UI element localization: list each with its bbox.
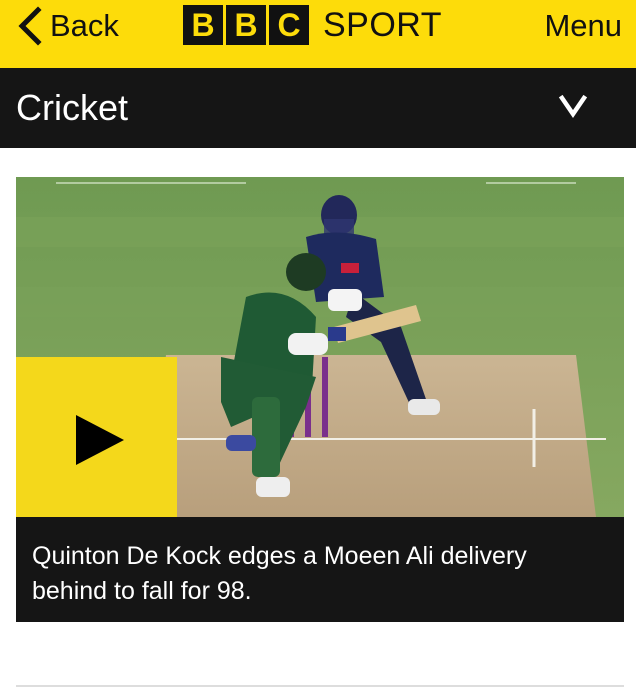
chevron-down-icon[interactable] <box>553 92 593 124</box>
top-header: Back B B C SPORT Menu <box>0 0 636 68</box>
section-title: Cricket <box>16 87 129 128</box>
play-button[interactable] <box>16 357 177 517</box>
play-icon <box>76 415 124 465</box>
content-divider <box>16 685 624 687</box>
logo-letter-b1: B <box>183 5 223 45</box>
chevron-left-icon <box>18 6 42 46</box>
back-button[interactable]: Back <box>14 6 119 46</box>
back-label: Back <box>50 8 119 43</box>
logo-letter-b2: B <box>226 5 266 45</box>
video-caption[interactable]: Quinton De Kock edges a Moeen Ali delive… <box>16 517 624 622</box>
logo-letter-c: C <box>269 5 309 45</box>
section-bar: Cricket <box>0 68 636 148</box>
logo-sport-word: SPORT <box>323 6 443 44</box>
video-card[interactable]: Quinton De Kock edges a Moeen Ali delive… <box>16 177 624 622</box>
caption-text: Quinton De Kock edges a Moeen Ali delive… <box>32 542 527 605</box>
video-thumbnail[interactable] <box>16 177 624 517</box>
menu-button[interactable]: Menu <box>544 6 622 46</box>
bbc-sport-logo[interactable]: B B C SPORT <box>183 5 442 45</box>
